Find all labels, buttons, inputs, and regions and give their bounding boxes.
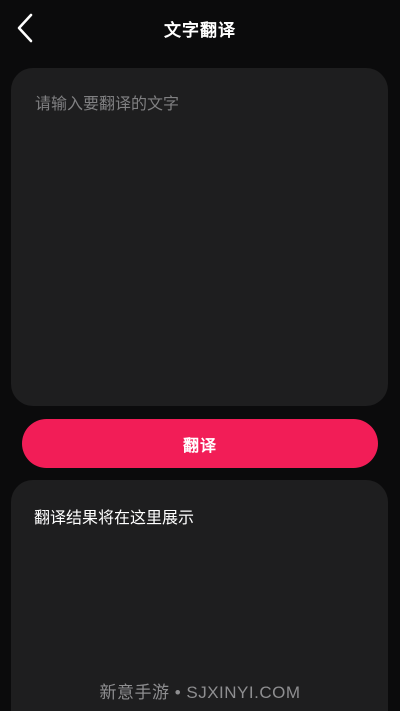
source-text-card: [11, 68, 388, 406]
result-card: 翻译结果将在这里展示: [11, 480, 388, 711]
translate-button[interactable]: 翻译: [22, 419, 378, 468]
top-bar: 文字翻译: [0, 0, 400, 58]
result-text: 翻译结果将在这里展示: [34, 508, 195, 527]
source-text-input[interactable]: [35, 90, 364, 384]
watermark: 新意手游 • SJXINYI.COM: [99, 683, 301, 702]
screen: 文字翻译 翻译 翻译结果将在这里展示 新意手游 • SJXINYI.COM: [0, 0, 400, 711]
page-title: 文字翻译: [164, 21, 236, 41]
